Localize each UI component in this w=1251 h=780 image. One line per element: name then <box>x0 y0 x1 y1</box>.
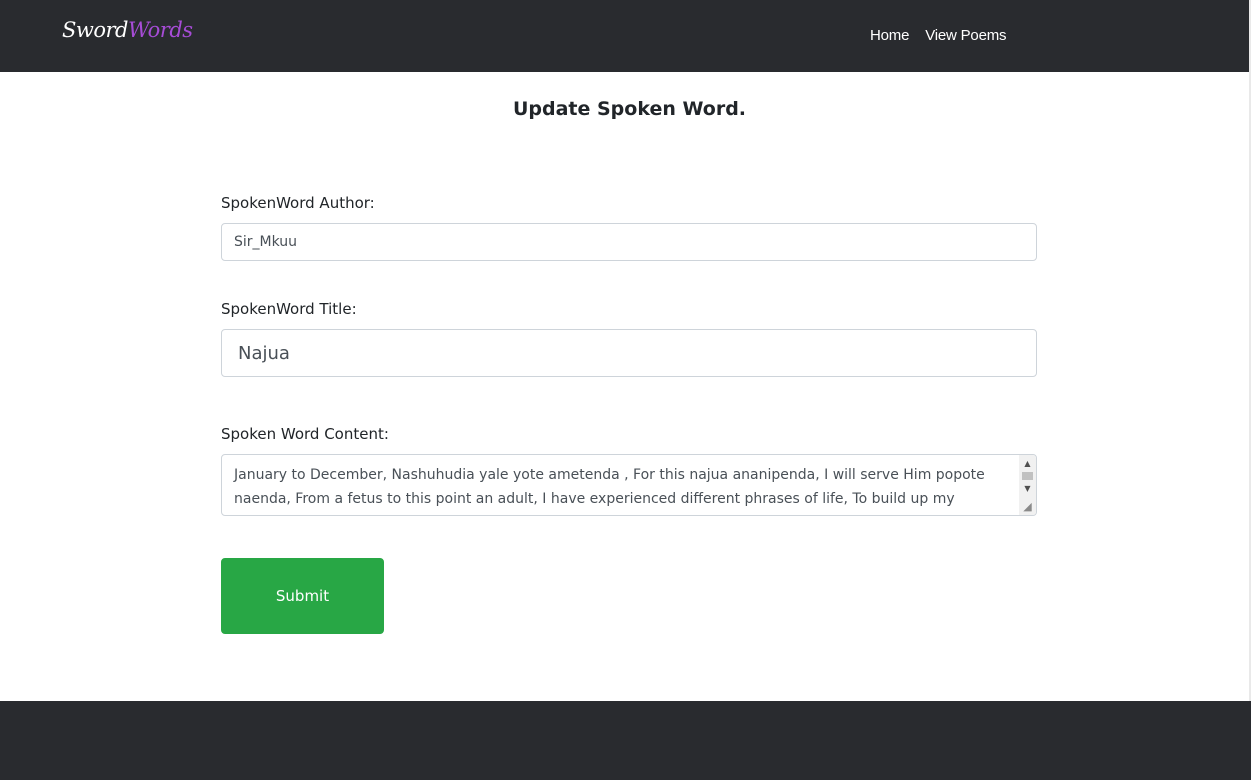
nav-link-view-poems[interactable]: View Poems <box>917 27 1014 44</box>
nav-link-home[interactable]: Home <box>862 27 917 44</box>
content-label: Spoken Word Content: <box>221 425 389 443</box>
scroll-down-arrow-icon[interactable]: ▼ <box>1019 482 1036 496</box>
author-label: SpokenWord Author: <box>221 194 375 212</box>
resize-grip-icon[interactable]: ◢ <box>1019 499 1036 515</box>
scroll-up-arrow-icon[interactable]: ▲ <box>1019 457 1036 471</box>
title-label: SpokenWord Title: <box>221 300 357 318</box>
page-title: Update Spoken Word. <box>512 98 747 120</box>
brand-logo-part2: Words <box>128 18 193 42</box>
page: SwordWords Home View Poems Update Spoken… <box>0 0 1251 780</box>
brand-logo-part1: Sword <box>62 18 129 42</box>
top-navbar: SwordWords Home View Poems <box>0 0 1249 72</box>
submit-button[interactable]: Submit <box>221 558 384 634</box>
content-textarea-text[interactable]: January to December, Nashuhudia yale yot… <box>234 463 1010 511</box>
footer <box>0 701 1251 780</box>
title-input[interactable] <box>221 329 1037 377</box>
content-textarea[interactable]: January to December, Nashuhudia yale yot… <box>221 454 1037 516</box>
nav-links: Home View Poems <box>862 27 1014 44</box>
author-input[interactable] <box>221 223 1037 261</box>
brand-logo[interactable]: SwordWords <box>62 18 193 42</box>
scroll-thumb[interactable] <box>1022 472 1033 480</box>
